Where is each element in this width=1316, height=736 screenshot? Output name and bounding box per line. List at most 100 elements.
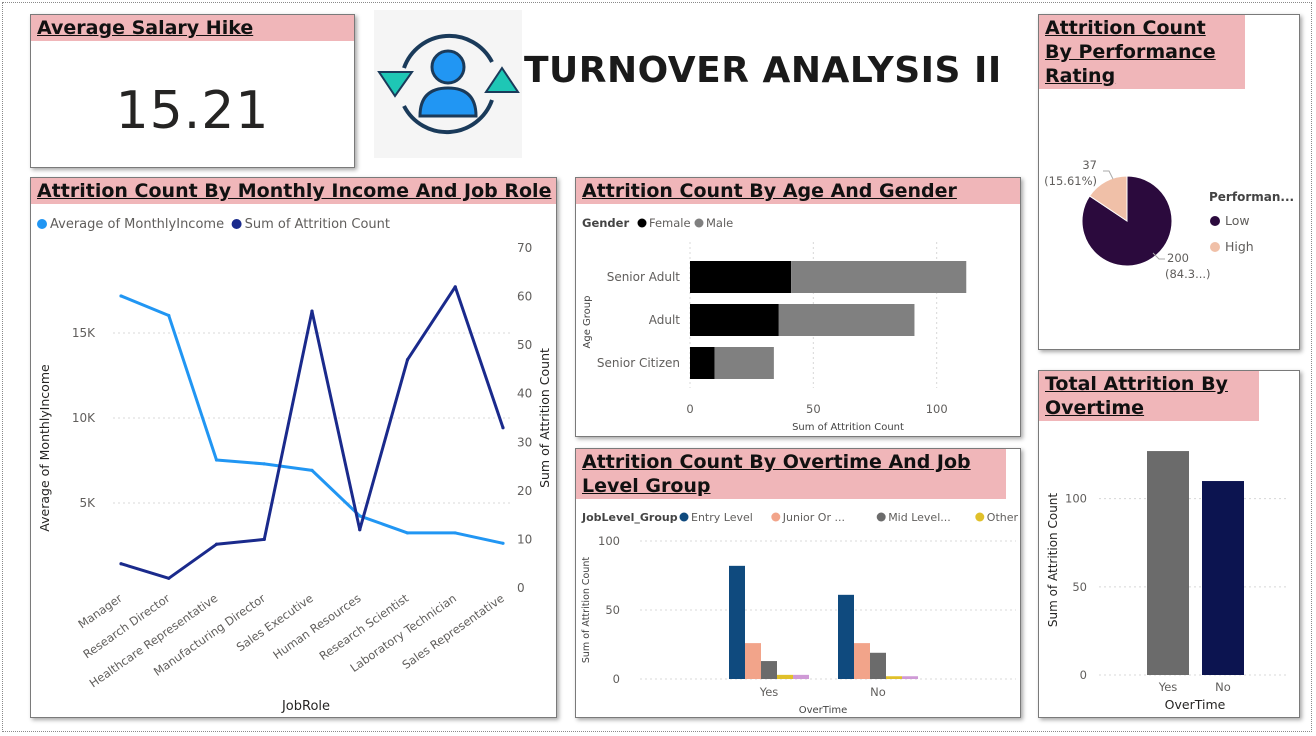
- x-tick-label: No: [1215, 680, 1231, 694]
- card-income-jobrole[interactable]: Attrition Count By Monthly Income And Jo…: [30, 177, 557, 718]
- x-axis-title: OverTime: [799, 705, 848, 716]
- data-point: [262, 462, 266, 466]
- card-perf-rating[interactable]: Attrition Count By Performance Rating 37…: [1038, 14, 1300, 350]
- legend-marker: [231, 219, 242, 229]
- data-point: [167, 576, 171, 580]
- legend-marker: [679, 512, 689, 522]
- y-axis-title: Average of MonthlyIncome: [37, 364, 52, 532]
- data-point: [501, 426, 505, 430]
- data-point: [214, 458, 219, 462]
- bar: [1202, 481, 1244, 675]
- chart-perf-rating: 37 (15.61%) 200 (84.3...) Performan... Low Hig…: [1044, 158, 1294, 281]
- data-point: [214, 542, 219, 546]
- data-point: [119, 562, 123, 566]
- y-tick-label: 100: [598, 534, 620, 548]
- legend-marker: [694, 218, 704, 228]
- data-point: [405, 358, 410, 362]
- data-point: [358, 514, 362, 518]
- x-tick-label: 50: [806, 402, 821, 416]
- y-axis-title: Sum of Attrition Count: [1046, 493, 1060, 628]
- chart-overtime-joblevel: JobLevel_Group Entry Level Junior Or ... Mi…: [581, 511, 1019, 716]
- y-axis-title: Age Group: [582, 296, 593, 349]
- y-tick-label: 50: [605, 603, 620, 617]
- x-tick-label: Yes: [1158, 680, 1178, 694]
- y2-tick-label: 50: [517, 338, 532, 352]
- y2-tick-label: 0: [517, 581, 525, 595]
- chart-income-jobrole: 5K10K15K010203040506070ManagerResearch D…: [37, 217, 552, 714]
- card-age-gender[interactable]: Attrition Count By Age And Gender Gender…: [575, 177, 1021, 437]
- data-label: (84.3...): [1165, 267, 1211, 281]
- x-axis-title: JobRole: [281, 699, 330, 714]
- legend-label: Average of MonthlyIncome: [50, 217, 224, 232]
- legend-marker: [1210, 216, 1220, 226]
- y-tick-label: 100: [1065, 492, 1087, 506]
- legend-marker: [1210, 242, 1220, 252]
- data-label: 200: [1167, 251, 1189, 265]
- chart-age-gender: Gender Female Male 0 50 100 Senior Adult Adult S…: [582, 216, 967, 433]
- bar-segment: [690, 304, 779, 336]
- y-tick-label: 0: [1080, 668, 1087, 682]
- x-tick-label: 100: [926, 402, 948, 416]
- kpi-card-salary-hike[interactable]: Average Salary Hike 15.21: [30, 14, 355, 168]
- legend-marker: [37, 219, 47, 229]
- kpi-title: Average Salary Hike: [31, 15, 354, 41]
- x-tick-label: 0: [686, 402, 693, 416]
- y-tick-label: Senior Adult: [607, 270, 681, 284]
- x-axis-title: Sum of Attrition Count: [792, 422, 904, 433]
- y-tick-label: 10K: [72, 411, 96, 425]
- leader-line: [1103, 170, 1114, 180]
- chart-title-overtime-joblevel: Attrition Count By Overtime And Job Leve…: [576, 449, 1006, 499]
- legend-marker: [975, 512, 985, 522]
- y2-tick-label: 20: [517, 484, 532, 498]
- legend-marker: [637, 218, 647, 228]
- bar-segment: [778, 304, 915, 336]
- data-point: [310, 468, 314, 472]
- chart-title-income-jobrole: Attrition Count By Monthly Income And Jo…: [31, 178, 556, 204]
- series-line-1: [120, 285, 505, 580]
- card-overtime-joblevel[interactable]: Attrition Count By Overtime And Job Leve…: [575, 448, 1021, 718]
- data-point: [119, 294, 123, 298]
- bar-segment: [690, 347, 715, 379]
- y-tick-label: 0: [613, 672, 620, 686]
- legend-label: Entry Level: [691, 511, 753, 524]
- legend-title: JobLevel_Group: [581, 511, 678, 524]
- legend-title: Gender: [582, 216, 629, 230]
- y-tick-label: Senior Citizen: [597, 356, 680, 370]
- legend-label: Junior Or ...: [782, 511, 845, 524]
- bar-segment: [690, 261, 792, 293]
- x-tick-label: Yes: [759, 685, 779, 699]
- y-tick-label: 15K: [72, 326, 96, 340]
- legend-label: High: [1225, 239, 1254, 254]
- x-axis-title: OverTime: [1165, 697, 1226, 712]
- legend-label: Low: [1225, 213, 1250, 228]
- bar: [745, 643, 761, 679]
- bar: [870, 652, 886, 679]
- card-total-overtime[interactable]: Total Attrition By Overtime 0 50 100 Yes No S…: [1038, 370, 1300, 718]
- legend-label: Mid Level...: [888, 511, 951, 524]
- y2-tick-label: 40: [517, 387, 532, 401]
- legend-label: Male: [706, 216, 733, 230]
- data-label: 37: [1082, 158, 1097, 172]
- data-point: [453, 531, 457, 535]
- data-point: [501, 541, 505, 545]
- y2-tick-label: 10: [517, 532, 532, 546]
- turnover-icon: [374, 10, 522, 158]
- bar-segment: [714, 347, 774, 379]
- bar: [838, 594, 854, 679]
- chart-total-overtime: 0 50 100 Yes No Sum of Attrition Count OverTim…: [1046, 451, 1289, 712]
- y-tick-label: 5K: [79, 496, 96, 510]
- bar: [1147, 451, 1189, 675]
- bar: [902, 676, 918, 679]
- y-axis-title: Sum of Attrition Count: [581, 557, 592, 664]
- bar: [886, 676, 902, 679]
- data-point: [262, 537, 266, 542]
- chart-title-total-overtime: Total Attrition By Overtime: [1039, 371, 1259, 421]
- kpi-value: 15.21: [115, 81, 270, 141]
- x-tick-label: No: [870, 685, 886, 699]
- data-point: [405, 531, 410, 535]
- bar: [761, 661, 777, 679]
- y-tick-label: Adult: [649, 313, 681, 327]
- data-point: [167, 313, 171, 318]
- y2-tick-label: 60: [517, 290, 532, 304]
- legend-label: Other: [987, 511, 1019, 524]
